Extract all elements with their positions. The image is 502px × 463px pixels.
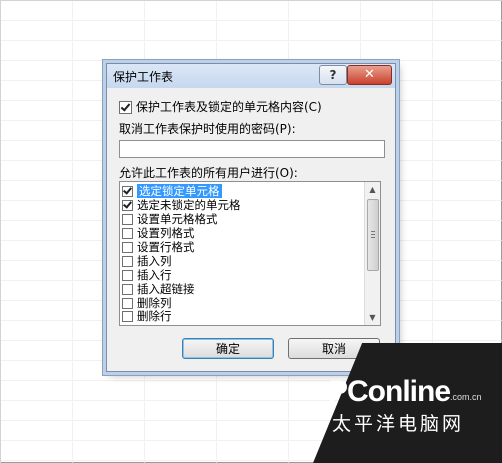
- permission-label: 插入行: [137, 268, 172, 282]
- permission-checkbox[interactable]: [122, 200, 133, 211]
- scroll-up-arrow-icon[interactable]: ▲: [365, 182, 380, 197]
- dialog-titlebar[interactable]: 保护工作表 ? ✕: [107, 64, 395, 88]
- protect-contents-checkbox[interactable]: [119, 101, 132, 114]
- allow-users-label: 允许此工作表的所有用户进行(O):: [119, 166, 298, 180]
- grip-line: [371, 237, 375, 238]
- permission-checkbox[interactable]: [122, 186, 133, 197]
- watermark-domain: .com.cn: [450, 392, 482, 402]
- permission-label: 选定未锁定的单元格: [137, 198, 241, 212]
- ok-button[interactable]: 确定: [182, 338, 274, 359]
- permission-label: 插入超链接: [137, 282, 195, 296]
- dialog-title: 保护工作表: [113, 70, 174, 84]
- permission-label: 插入列: [137, 254, 172, 268]
- permission-checkbox[interactable]: [122, 228, 133, 239]
- watermark-subtitle: 太平洋电脑网: [332, 413, 465, 435]
- permission-checkbox[interactable]: [122, 284, 133, 295]
- permission-label: 设置列格式: [137, 226, 195, 240]
- list-item[interactable]: 设置行格式: [122, 241, 362, 254]
- permission-label: 设置行格式: [137, 240, 195, 254]
- list-item[interactable]: 选定锁定单元格: [122, 184, 362, 198]
- list-item[interactable]: 插入列: [122, 255, 362, 268]
- watermark-logo: PConline: [328, 375, 451, 408]
- list-item[interactable]: 插入行: [122, 269, 362, 282]
- permissions-listbox[interactable]: 选定锁定单元格 选定未锁定的单元格 设置单元格格式 设置列格式 设置行格式 插入…: [119, 181, 381, 326]
- scroll-down-arrow-icon[interactable]: ▼: [365, 310, 380, 325]
- permission-label: 删除行: [137, 309, 172, 323]
- list-item[interactable]: 删除行: [122, 310, 362, 323]
- protect-contents-label: 保护工作表及锁定的单元格内容(C): [136, 100, 322, 114]
- grip-line: [371, 234, 375, 235]
- permission-checkbox[interactable]: [122, 214, 133, 225]
- permission-checkbox[interactable]: [122, 256, 133, 267]
- permission-checkbox[interactable]: [122, 311, 133, 322]
- password-label: 取消工作表保护时使用的密码(P):: [119, 122, 296, 136]
- scroll-thumb[interactable]: [367, 199, 379, 271]
- close-button[interactable]: ✕: [347, 65, 392, 85]
- permission-label: 设置单元格格式: [137, 212, 218, 226]
- permission-label: 选定锁定单元格: [137, 184, 222, 198]
- permission-checkbox[interactable]: [122, 298, 133, 309]
- list-item[interactable]: 设置列格式: [122, 227, 362, 240]
- list-scrollbar[interactable]: ▲ ▼: [364, 182, 380, 325]
- permission-label: 删除列: [137, 296, 172, 310]
- password-input[interactable]: [119, 140, 385, 158]
- list-item[interactable]: 插入超链接: [122, 283, 362, 296]
- list-item[interactable]: 设置单元格格式: [122, 213, 362, 226]
- protect-contents-option[interactable]: 保护工作表及锁定的单元格内容(C): [119, 98, 322, 115]
- protect-sheet-dialog: 保护工作表 ? ✕ 保护工作表及锁定的单元格内容(C) 取消工作表保护时使用的密…: [106, 63, 396, 372]
- help-button[interactable]: ?: [319, 65, 347, 85]
- permission-checkbox[interactable]: [122, 270, 133, 281]
- permission-checkbox[interactable]: [122, 242, 133, 253]
- grip-line: [371, 231, 375, 232]
- list-item[interactable]: 选定未锁定的单元格: [122, 199, 362, 212]
